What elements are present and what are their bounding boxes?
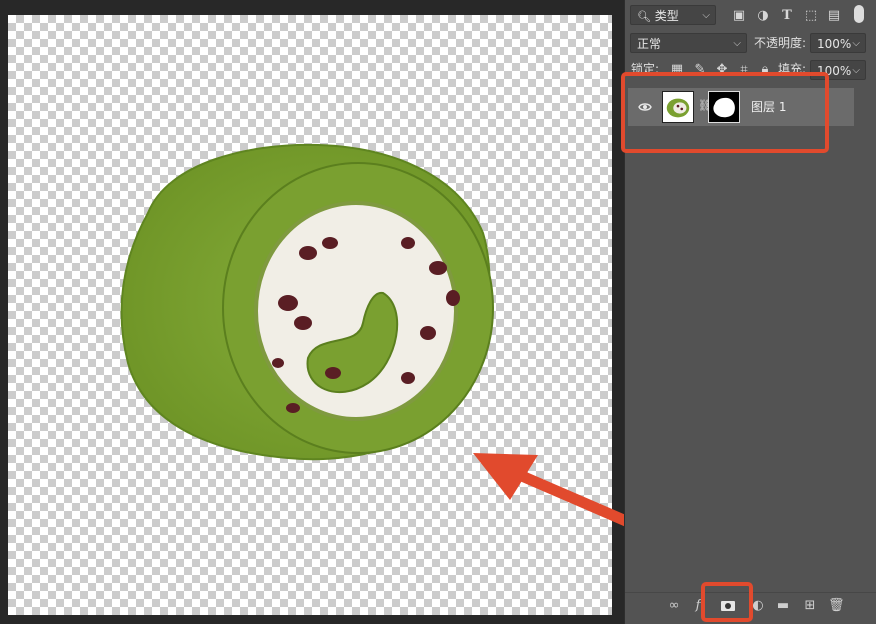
chevron-down-icon: ⌵ [852, 38, 860, 49]
filter-toggle-icon[interactable] [854, 5, 864, 23]
chevron-down-icon: ⌵ [702, 10, 710, 21]
layer-filter-row: 🔍︎ 类型 ⌵ ▣ ◑ T ⬚ ▤ [625, 3, 876, 27]
blend-opacity-row: 正常 ⌵ 不透明度: 100% ⌵ [625, 31, 876, 55]
filter-kind-dropdown[interactable]: 🔍︎ 类型 ⌵ [630, 5, 716, 25]
opacity-value: 100% [817, 37, 852, 51]
layer-highlight-box [621, 72, 829, 153]
smart-object-filter-icon[interactable]: ▤ [827, 9, 841, 23]
search-icon: 🔍︎ [637, 10, 651, 23]
adjustment-filter-icon[interactable]: ◑ [756, 9, 770, 23]
pixel-filter-icon[interactable]: ▣ [732, 9, 746, 23]
filter-kind-label: 类型 [654, 9, 679, 23]
blend-mode-value: 正常 [637, 37, 662, 51]
trash-icon[interactable]: 🗑︎ [828, 598, 845, 614]
shape-filter-icon[interactable]: ⬚ [804, 9, 818, 23]
matcha-roll-cake-image [120, 143, 494, 461]
type-filter-icon[interactable]: T [780, 9, 794, 23]
chevron-down-icon: ⌵ [733, 38, 741, 49]
new-layer-icon[interactable]: ⊞ [802, 598, 818, 614]
opacity-label: 不透明度: [754, 36, 807, 50]
mask-button-highlight-box [701, 582, 753, 622]
link-layers-icon[interactable]: ∞ [666, 598, 682, 614]
transparent-canvas[interactable] [8, 15, 669, 615]
group-folder-icon[interactable]: ▬ [775, 598, 791, 614]
opacity-input[interactable]: 100% ⌵ [810, 33, 866, 53]
chevron-down-icon: ⌵ [852, 65, 860, 76]
blend-mode-dropdown[interactable]: 正常 ⌵ [630, 33, 747, 53]
document-canvas-area[interactable] [0, 0, 669, 624]
